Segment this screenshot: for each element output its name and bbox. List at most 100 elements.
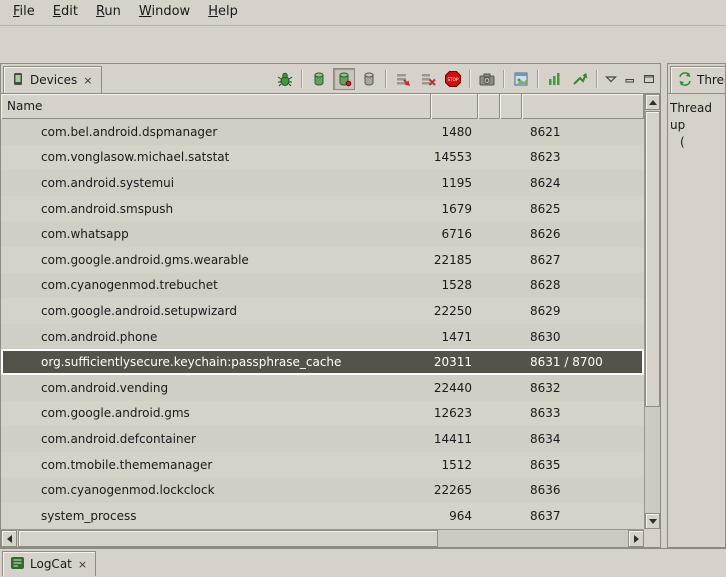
process-pid: 22185 <box>431 253 478 267</box>
main-toolbar <box>0 27 726 63</box>
heap-bars-icon[interactable] <box>544 68 566 90</box>
process-name: com.android.phone <box>1 330 431 344</box>
horizontal-scroll-thumb[interactable] <box>18 530 438 547</box>
process-row[interactable]: com.tmobile.thememanager 1512 8635 <box>1 452 644 478</box>
process-name: com.google.android.gms <box>1 406 431 420</box>
process-row[interactable]: system_process 964 8637 <box>1 503 644 529</box>
process-row[interactable]: com.android.phone 1471 8630 <box>1 324 644 350</box>
process-pid: 14553 <box>431 150 478 164</box>
close-icon[interactable]: × <box>82 74 93 87</box>
column-header-blank-2[interactable] <box>500 94 522 119</box>
process-name: com.android.systemui <box>1 176 431 190</box>
maximize-icon[interactable] <box>641 68 657 90</box>
scroll-up-icon[interactable] <box>645 94 660 110</box>
threads-message-line2: ( <box>670 134 723 151</box>
view-menu-icon[interactable] <box>603 68 619 90</box>
horizontal-scrollbar[interactable] <box>1 529 644 547</box>
process-pid: 20311 <box>431 355 478 369</box>
menu-item[interactable]: Edit <box>44 0 87 25</box>
capture-report-icon[interactable] <box>510 68 532 90</box>
ddms-window: File Edit Run Window Help Devices × <box>0 0 726 577</box>
process-port: 8634 <box>522 432 644 446</box>
process-port: 8621 <box>522 125 644 139</box>
tab-threads-label: Threads <box>697 73 726 87</box>
process-port: 8623 <box>522 150 644 164</box>
toolbar-separator <box>596 70 598 88</box>
menu-item[interactable]: Window <box>130 0 199 25</box>
screen-capture-icon[interactable] <box>476 68 498 90</box>
process-pid: 22440 <box>431 381 478 395</box>
column-header-blank-1[interactable] <box>478 94 500 119</box>
process-name: com.tmobile.thememanager <box>1 458 431 472</box>
process-row[interactable]: com.android.smspush 1679 8625 <box>1 196 644 222</box>
process-name: com.cyanogenmod.lockclock <box>1 483 431 497</box>
tab-devices-label: Devices <box>30 73 77 87</box>
process-port: 8633 <box>522 406 644 420</box>
stop-process-icon[interactable]: STOP <box>442 68 464 90</box>
main-area: Devices × <box>0 63 726 548</box>
tab-logcat-label: LogCat <box>30 557 72 571</box>
process-pid: 14411 <box>431 432 478 446</box>
update-heap-icon[interactable] <box>308 68 330 90</box>
process-port: 8637 <box>522 509 644 523</box>
threads-view-header: Threads × <box>668 64 725 94</box>
process-port: 8624 <box>522 176 644 190</box>
minimize-icon[interactable] <box>622 68 638 90</box>
menu-item[interactable]: Help <box>199 0 247 25</box>
tab-devices[interactable]: Devices × <box>3 66 102 93</box>
menu-item[interactable]: File <box>4 0 44 25</box>
close-icon[interactable]: × <box>77 558 88 571</box>
toolbar-separator <box>503 70 505 88</box>
devices-panel: Devices × <box>0 63 661 548</box>
process-row[interactable]: org.sufficientlysecure.keychain:passphra… <box>1 349 644 375</box>
process-row[interactable]: com.vonglasow.michael.satstat 14553 8623 <box>1 145 644 171</box>
process-row[interactable]: com.android.vending 22440 8632 <box>1 375 644 401</box>
devices-toolbar: STOP <box>274 67 657 91</box>
process-row[interactable]: com.bel.android.dspmanager 1480 8621 <box>1 119 644 145</box>
process-name: com.google.android.gms.wearable <box>1 253 431 267</box>
process-pid: 1512 <box>431 458 478 472</box>
process-row[interactable]: com.cyanogenmod.trebuchet 1528 8628 <box>1 273 644 299</box>
process-pid: 1471 <box>431 330 478 344</box>
scroll-left-icon[interactable] <box>1 530 17 547</box>
device-icon <box>11 72 25 89</box>
vertical-scrollbar[interactable] <box>644 94 660 529</box>
tab-logcat[interactable]: LogCat × <box>2 551 96 576</box>
process-name: com.android.vending <box>1 381 431 395</box>
dump-hprof-icon[interactable] <box>333 68 355 90</box>
cause-gc-icon[interactable] <box>358 68 380 90</box>
process-pid: 6716 <box>431 227 478 241</box>
threads-icon <box>678 72 692 89</box>
process-row[interactable]: com.android.defcontainer 14411 8634 <box>1 426 644 452</box>
column-header-name[interactable]: Name <box>1 94 431 119</box>
process-port: 8635 <box>522 458 644 472</box>
process-row[interactable]: com.whatsapp 6716 8626 <box>1 221 644 247</box>
scroll-right-icon[interactable] <box>628 530 644 547</box>
update-threads-icon[interactable] <box>392 68 414 90</box>
process-pid: 1195 <box>431 176 478 190</box>
column-header-port[interactable] <box>522 94 644 119</box>
process-row[interactable]: com.google.android.gms.wearable 22185 86… <box>1 247 644 273</box>
method-profiling-icon[interactable] <box>417 68 439 90</box>
column-header-pid[interactable] <box>431 94 478 119</box>
process-pid: 22250 <box>431 304 478 318</box>
process-port: 8629 <box>522 304 644 318</box>
process-row[interactable]: com.cyanogenmod.lockclock 22265 8636 <box>1 477 644 503</box>
process-name: com.google.android.setupwizard <box>1 304 431 318</box>
process-row[interactable]: com.google.android.setupwizard 22250 862… <box>1 298 644 324</box>
profiling-arrow-icon[interactable] <box>569 68 591 90</box>
svg-text:STOP: STOP <box>447 77 459 82</box>
threads-message-line1: Thread up <box>670 100 723 134</box>
vertical-scroll-thumb[interactable] <box>645 111 660 407</box>
debug-process-icon[interactable] <box>274 68 296 90</box>
logcat-bar: LogCat × <box>0 548 726 577</box>
menu-item[interactable]: Run <box>87 0 130 25</box>
process-port: 8628 <box>522 278 644 292</box>
process-row[interactable]: com.google.android.gms 12623 8633 <box>1 401 644 427</box>
process-port: 8632 <box>522 381 644 395</box>
process-pid: 12623 <box>431 406 478 420</box>
scroll-down-icon[interactable] <box>645 513 660 529</box>
process-row[interactable]: com.android.systemui 1195 8624 <box>1 170 644 196</box>
process-port: 8625 <box>522 202 644 216</box>
tab-threads[interactable]: Threads × <box>670 66 726 93</box>
